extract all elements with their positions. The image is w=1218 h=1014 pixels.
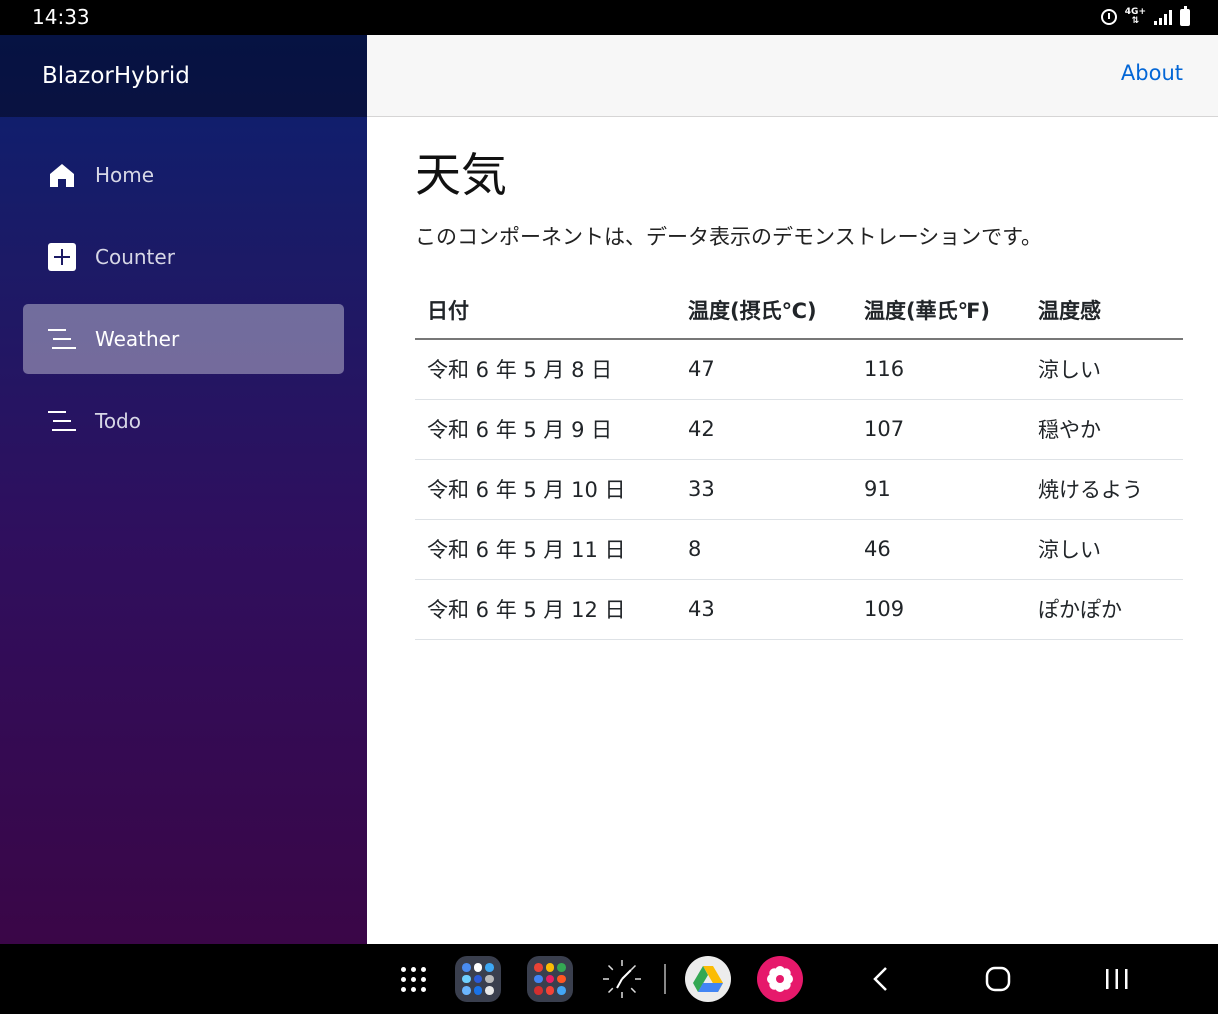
cell-temp-f: 91 [852,459,1026,520]
clock-app-icon[interactable] [601,958,643,1000]
cell-temp-f: 116 [852,339,1026,400]
weather-table: 日付 温度(摂氏℃) 温度(華氏℉) 温度感 令和 6 年 5 月 8 日 47… [415,281,1183,640]
sidebar-item-counter[interactable]: Counter [23,222,344,292]
android-taskbar [0,944,1218,1014]
page-content: 天気 このコンポーネントは、データ表示のデモンストレーションです。 日付 温度(… [367,117,1218,640]
cell-summary: 涼しい [1026,339,1183,400]
sidebar-item-label: Todo [95,409,141,433]
google-drive-icon[interactable] [685,956,731,1002]
about-link[interactable]: About [1121,61,1183,85]
sidebar-item-label: Weather [95,327,180,351]
status-time: 14:33 [32,5,90,29]
table-row: 令和 6 年 5 月 12 日 43 109 ぽかぽか [415,579,1183,640]
network-4g-icon: 4G+ ⇅ [1124,7,1146,26]
app-folder-1[interactable] [455,956,501,1002]
table-row: 令和 6 年 5 月 8 日 47 116 涼しい [415,339,1183,400]
cell-temp-f: 109 [852,579,1026,640]
taskbar-divider [664,964,666,994]
app-drawer-icon[interactable] [401,967,427,993]
cell-temp-c: 8 [676,519,852,580]
cell-date: 令和 6 年 5 月 8 日 [415,339,676,400]
sidebar-item-label: Home [95,163,155,187]
sidebar: BlazorHybrid Home Counter Weather Todo [0,35,367,944]
list-icon [48,407,76,435]
cell-temp-f: 107 [852,399,1026,460]
cell-date: 令和 6 年 5 月 10 日 [415,459,676,520]
cell-temp-f: 46 [852,519,1026,580]
alarm-icon [1100,9,1117,25]
cell-summary: ぽかぽか [1026,579,1183,640]
home-button[interactable] [985,966,1011,992]
cell-summary: 涼しい [1026,519,1183,580]
sidebar-item-todo[interactable]: Todo [23,386,344,456]
cell-date: 令和 6 年 5 月 12 日 [415,579,676,640]
sidebar-item-weather[interactable]: Weather [23,304,344,374]
cell-temp-c: 42 [676,399,852,460]
column-header-temp-c: 温度(摂氏℃) [676,281,852,340]
list-icon [48,325,76,353]
column-header-summary: 温度感 [1026,281,1183,340]
table-header-row: 日付 温度(摂氏℃) 温度(華氏℉) 温度感 [415,281,1183,340]
plus-square-icon [48,243,76,271]
main-content: About 天気 このコンポーネントは、データ表示のデモンストレーションです。 … [367,35,1218,944]
cell-date: 令和 6 年 5 月 9 日 [415,399,676,460]
home-icon [48,161,76,189]
recents-button[interactable] [1104,966,1130,992]
cell-temp-c: 43 [676,579,852,640]
battery-icon [1180,5,1190,26]
cell-summary: 焼けるよう [1026,459,1183,520]
sidebar-item-home[interactable]: Home [23,140,344,210]
signal-icon [1154,9,1172,25]
cell-temp-c: 47 [676,339,852,400]
page-title: 天気 [415,148,507,202]
cell-summary: 穏やか [1026,399,1183,460]
table-row: 令和 6 年 5 月 11 日 8 46 涼しい [415,519,1183,580]
status-bar: 14:33 4G+ ⇅ [0,0,1218,35]
table-row: 令和 6 年 5 月 9 日 42 107 穏やか [415,399,1183,460]
column-header-date: 日付 [415,281,676,340]
table-row: 令和 6 年 5 月 10 日 33 91 焼けるよう [415,459,1183,520]
back-button[interactable] [872,966,890,992]
cell-temp-c: 33 [676,459,852,520]
network-label: 4G+ [1124,7,1146,17]
cell-date: 令和 6 年 5 月 11 日 [415,519,676,580]
page-description: このコンポーネントは、データ表示のデモンストレーションです。 [415,225,1043,249]
app-brand[interactable]: BlazorHybrid [42,63,190,89]
top-row: About [367,35,1218,117]
nav-menu: Home Counter Weather Todo [0,117,367,456]
sidebar-item-label: Counter [95,245,175,269]
brand-bar: BlazorHybrid [0,35,367,117]
column-header-temp-f: 温度(華氏℉) [852,281,1026,340]
flower-app-icon[interactable] [757,956,803,1002]
status-icons: 4G+ ⇅ [1100,5,1190,26]
app-folder-2[interactable] [527,956,573,1002]
